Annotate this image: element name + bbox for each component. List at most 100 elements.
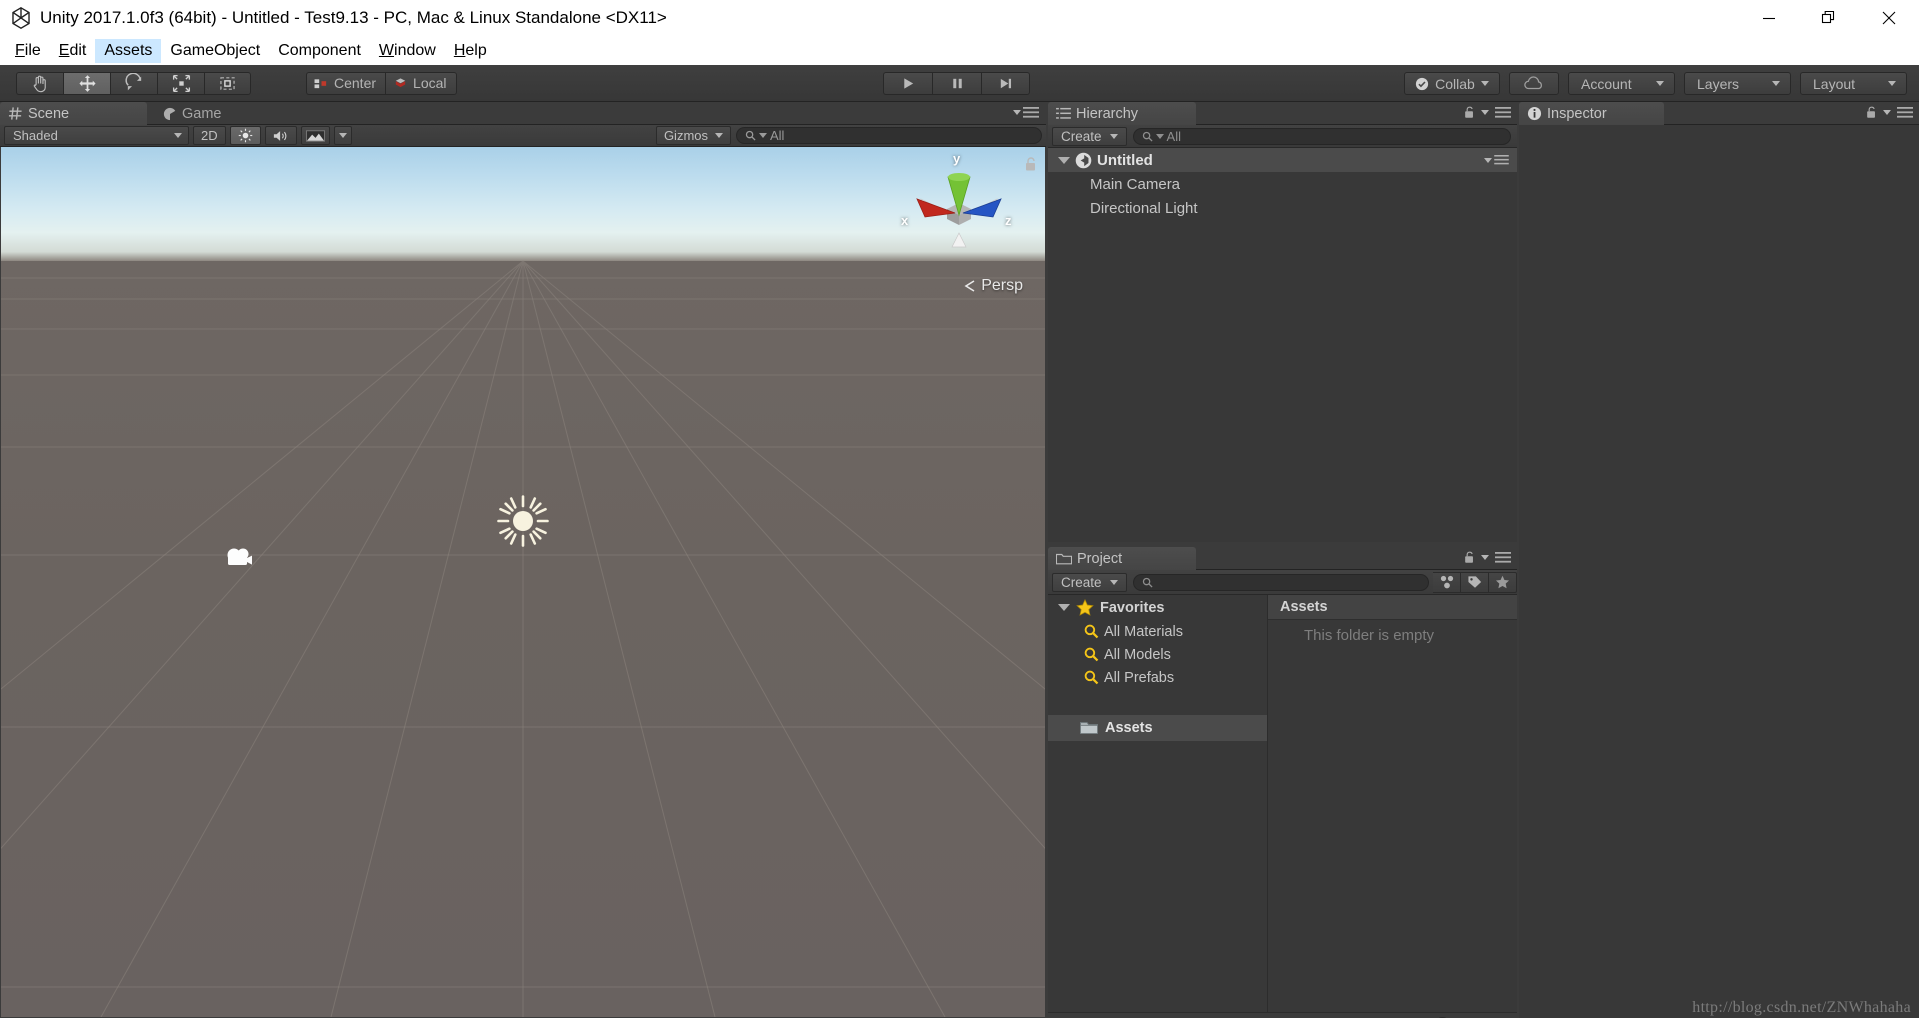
pivot-mode-button[interactable]: Center <box>306 71 386 95</box>
hierarchy-create-button[interactable]: Create <box>1052 126 1127 146</box>
menu-item-help[interactable]: Help <box>445 39 496 63</box>
project-search-input[interactable] <box>1132 573 1429 591</box>
pause-button[interactable] <box>932 72 981 95</box>
chevron-down-icon <box>1772 81 1780 86</box>
filter-by-type-button[interactable] <box>1433 571 1461 593</box>
chevron-down-icon[interactable] <box>1058 604 1070 611</box>
layers-button[interactable]: Layers <box>1684 72 1791 95</box>
menu-item-component[interactable]: Component <box>269 39 370 63</box>
account-button[interactable]: Account <box>1568 72 1675 95</box>
scene-grid-icon <box>8 107 22 120</box>
draw-mode-dropdown[interactable]: Shaded <box>4 126 189 145</box>
scene-view-gizmo[interactable]: y x z <box>901 151 1015 267</box>
project-toolbar: Create <box>1048 570 1517 595</box>
hierarchy-tab-row: Hierarchy <box>1048 102 1517 125</box>
lock-open-icon[interactable] <box>1866 106 1877 119</box>
hierarchy-toolbar: Create All <box>1048 125 1517 148</box>
layers-label: Layers <box>1697 75 1740 92</box>
panel-menu-icon[interactable] <box>1897 107 1913 118</box>
scene-viewport[interactable]: y x z Persp <box>1 147 1045 1017</box>
effects-dropdown[interactable] <box>333 126 352 145</box>
toggle-audio-button[interactable] <box>264 126 297 145</box>
panel-menu-icon <box>1023 107 1039 118</box>
scale-tool[interactable] <box>157 71 204 95</box>
pivot-mode-label: Center <box>334 75 377 91</box>
menu-item-edit[interactable]: Edit <box>50 39 96 63</box>
move-tool[interactable] <box>63 71 110 95</box>
unity-editor-window: Unity 2017.1.0f3 (64bit) - Untitled - Te… <box>0 0 1919 1018</box>
game-pacman-icon <box>163 107 176 120</box>
tab-hierarchy-label: Hierarchy <box>1076 105 1139 122</box>
scene-panel-menu[interactable] <box>1013 107 1039 118</box>
gizmo-axis-label-z: z <box>1005 213 1012 228</box>
menu-item-file[interactable]: File <box>6 39 50 63</box>
panel-menu-icon[interactable] <box>1495 552 1511 563</box>
hand-tool[interactable] <box>16 71 63 95</box>
step-button[interactable] <box>981 72 1030 95</box>
toggle-2d-button[interactable]: 2D <box>193 126 226 145</box>
hierarchy-search-text: All <box>1166 128 1181 144</box>
unity-toolbar: Center Local Collab Account Layers Layou… <box>0 65 1919 102</box>
main-camera-gizmo[interactable] <box>223 545 257 571</box>
close-icon[interactable] <box>1859 0 1919 36</box>
hierarchy-scene-row[interactable]: Untitled <box>1048 148 1517 172</box>
toggle-lighting-button[interactable] <box>229 126 261 145</box>
chevron-down-icon <box>1013 110 1021 115</box>
favorites-star-icon <box>1495 575 1510 589</box>
tab-game-label: Game <box>182 105 222 122</box>
maximize-icon[interactable] <box>1799 0 1859 36</box>
project-favorite-all-prefabs[interactable]: All Prefabs <box>1048 666 1267 689</box>
menu-item-assets[interactable]: Assets <box>95 38 162 63</box>
inspector-panel: Inspector <box>1519 102 1919 1018</box>
hierarchy-search-input[interactable]: All <box>1132 127 1511 145</box>
scene-search-input[interactable]: All <box>736 127 1042 144</box>
scene-gizmo-lock-icon[interactable] <box>1025 157 1037 177</box>
persp-arrow-icon <box>964 280 975 292</box>
hierarchy-item-directional-light[interactable]: Directional Light <box>1048 196 1517 220</box>
favorites-star-button[interactable] <box>1489 571 1517 593</box>
hierarchy-scene-menu[interactable] <box>1484 155 1509 165</box>
perspective-indicator[interactable]: Persp <box>963 277 1023 295</box>
rect-tool[interactable] <box>204 71 251 95</box>
search-magnifier-icon <box>1084 647 1099 662</box>
hierarchy-item-main-camera[interactable]: Main Camera <box>1048 172 1517 196</box>
panel-menu-icon[interactable] <box>1495 107 1511 118</box>
tab-project[interactable]: Project <box>1048 547 1196 570</box>
chevron-down-icon <box>1109 133 1118 139</box>
minimize-icon[interactable] <box>1739 0 1799 36</box>
play-button[interactable] <box>883 72 932 95</box>
layout-label: Layout <box>1813 75 1856 92</box>
scene-grid <box>1 260 1045 1017</box>
gizmos-button[interactable]: Gizmos <box>655 126 731 145</box>
menu-item-window[interactable]: Window <box>370 39 445 63</box>
directional-light-gizmo[interactable] <box>497 495 549 547</box>
menu-item-gameobject[interactable]: GameObject <box>161 39 269 63</box>
filter-by-label-button[interactable] <box>1461 571 1489 593</box>
hierarchy-panel: Hierarchy Create All Untitled Main Camer… <box>1048 102 1517 542</box>
cloud-button[interactable] <box>1509 72 1559 95</box>
playback-controls <box>883 72 1030 95</box>
pivot-rotation-button[interactable]: Local <box>385 71 457 95</box>
tab-project-label: Project <box>1077 550 1123 567</box>
lock-open-icon[interactable] <box>1464 551 1475 564</box>
lock-open-icon[interactable] <box>1464 106 1475 119</box>
rotate-tool[interactable] <box>110 71 157 95</box>
hierarchy-tree: Untitled Main Camera Directional Light <box>1048 148 1517 542</box>
tab-inspector[interactable]: Inspector <box>1519 102 1664 125</box>
chevron-down-icon[interactable] <box>1058 156 1070 164</box>
project-favorite-all-materials[interactable]: All Materials <box>1048 620 1267 643</box>
scene-tab-row: Scene Game <box>0 102 1046 125</box>
project-favorite-all-models[interactable]: All Models <box>1048 643 1267 666</box>
project-favorite-label: All Prefabs <box>1104 669 1175 686</box>
layout-button[interactable]: Layout <box>1800 72 1907 95</box>
tab-game[interactable]: Game <box>155 102 265 125</box>
tab-scene[interactable]: Scene <box>0 102 147 125</box>
project-create-button[interactable]: Create <box>1052 572 1127 592</box>
filter-by-type-icon <box>1440 575 1453 589</box>
project-content-header: Assets <box>1268 595 1517 620</box>
project-assets-folder-row[interactable]: Assets <box>1048 715 1267 741</box>
project-favorites-row[interactable]: Favorites <box>1048 595 1267 620</box>
collab-button[interactable]: Collab <box>1404 72 1500 95</box>
toggle-effects-button[interactable] <box>300 126 330 145</box>
tab-hierarchy[interactable]: Hierarchy <box>1048 102 1196 125</box>
